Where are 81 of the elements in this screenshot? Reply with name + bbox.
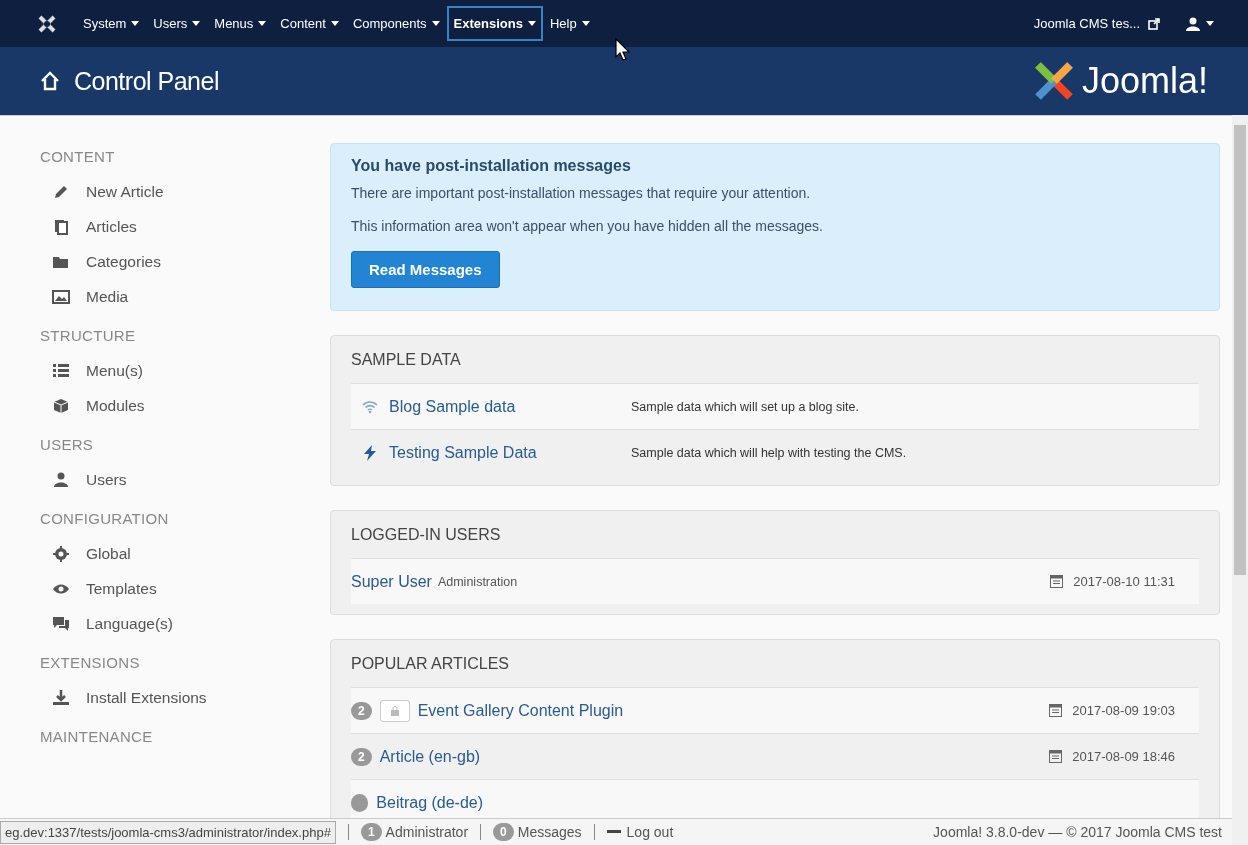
link-url-tooltip: eg.dev:1337/tests/joomla-cms3/administrator/index.php# (0, 820, 336, 844)
menu-item[interactable]: Components (345, 6, 447, 41)
sidebar-heading: USERS (40, 435, 95, 455)
external-link-icon (1148, 17, 1160, 30)
version-text: Joomla! 3.8.0-dev — © 2017 Joomla CMS test (933, 824, 1222, 840)
sidebar-heading: CONTENT (40, 147, 116, 167)
menu-item[interactable]: Users (146, 6, 208, 41)
sidebar-item[interactable]: Global (52, 536, 330, 571)
sidebar-item[interactable]: Menu(s) (52, 353, 330, 388)
menu-item[interactable]: Help (542, 6, 597, 41)
sample-data-description: Sample data which will help with testing the CMS. (631, 445, 907, 460)
panel-heading: POPULAR ARTICLES (351, 654, 510, 674)
sidebar-item[interactable]: Modules (52, 388, 330, 423)
alert-text: This information area won't appear when you have hidden all the messages. (351, 218, 824, 234)
sidebar-item[interactable]: Media (52, 279, 330, 314)
caret-icon (431, 21, 440, 26)
hits-badge: 2 (351, 701, 372, 720)
sidebar-item[interactable]: Language(s) (52, 606, 330, 641)
site-link[interactable]: Joomla CMS tes... (1033, 16, 1160, 31)
administrator-link[interactable]: 1 Administrator (360, 823, 469, 841)
caret-icon (258, 21, 267, 26)
home-icon (40, 71, 60, 91)
mouse-cursor-icon (615, 38, 631, 62)
sidebar-item-icon (52, 688, 70, 707)
sidebar-item[interactable]: Users (52, 462, 330, 497)
sidebar-heading: EXTENSIONS (40, 653, 141, 673)
hits-badge: 2 (351, 747, 372, 766)
caret-icon (1206, 21, 1214, 26)
caret-icon (131, 21, 140, 26)
sidebar-heading: MAINTENANCE (40, 727, 154, 747)
calendar-icon (1049, 704, 1063, 717)
menu-item[interactable]: Extensions (446, 6, 543, 41)
sidebar-item-icon (52, 287, 70, 306)
article-time: 2017-08-09 19:03 (1072, 703, 1175, 718)
client-label: Administration (437, 574, 518, 589)
sidebar-item-icon (52, 217, 70, 236)
alert-title: You have post-installation messages (351, 157, 632, 175)
menu-item[interactable]: Content (273, 6, 346, 41)
minus-icon (606, 830, 621, 834)
hits-badge (351, 793, 369, 812)
caret-icon (527, 21, 536, 26)
lightning-icon (361, 443, 379, 462)
panel-heading: LOGGED-IN USERS (351, 525, 502, 545)
sidebar-item[interactable]: Templates (52, 571, 330, 606)
messages-link[interactable]: 0 Messages (493, 823, 582, 841)
sidebar-item-icon (52, 614, 70, 633)
caret-icon (330, 21, 339, 26)
scrollbar-thumb[interactable] (1234, 125, 1246, 575)
read-messages-button[interactable]: Read Messages (351, 251, 500, 288)
logout-link[interactable]: Log out (606, 824, 674, 840)
menu-item[interactable]: System (76, 6, 147, 41)
panel-heading: SAMPLE DATA (351, 350, 462, 370)
sidebar-item-icon (52, 396, 70, 415)
sidebar-item[interactable]: New Article (52, 174, 330, 209)
article-link[interactable]: Beitrag (de-de) (376, 793, 484, 812)
login-time: 2017-08-10 11:31 (1073, 574, 1175, 589)
sidebar-item[interactable]: Install Extensions (52, 680, 330, 715)
sidebar-item-icon (52, 544, 70, 563)
joomla-logo-text: Joomla! (1081, 60, 1208, 102)
caret-icon (581, 21, 590, 26)
calendar-icon (1050, 575, 1064, 588)
sample-data-link[interactable]: Blog Sample data (389, 397, 631, 416)
user-link[interactable]: Super User (351, 572, 432, 591)
article-link[interactable]: Article (en-gb) (379, 747, 481, 766)
menu-item[interactable]: Menus (207, 6, 274, 41)
sample-data-link[interactable]: Testing Sample Data (389, 443, 631, 462)
article-time: 2017-08-09 18:46 (1072, 749, 1175, 764)
alert-text: There are important post-installation messages that require your attention. (351, 185, 812, 201)
sidebar-item-icon (52, 470, 70, 489)
sidebar-item[interactable]: Categories (52, 244, 330, 279)
sample-data-description: Sample data which will set up a blog site. (631, 399, 859, 414)
sidebar-item[interactable]: Articles (52, 209, 330, 244)
article-link[interactable]: Event Gallery Content Plugin (417, 701, 624, 720)
sidebar-heading: STRUCTURE (40, 326, 137, 346)
page-title: Control Panel (74, 66, 219, 96)
sidebar-heading: CONFIGURATION (40, 509, 170, 529)
joomla-logo-icon[interactable] (38, 14, 56, 33)
caret-icon (192, 21, 201, 26)
user-menu-button[interactable] (1186, 16, 1214, 31)
calendar-icon (1049, 750, 1063, 763)
sidebar-item-icon (52, 361, 70, 380)
